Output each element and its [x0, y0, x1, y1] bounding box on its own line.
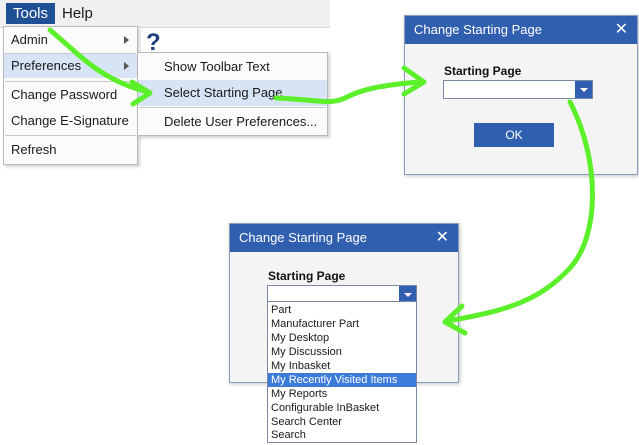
option-label: My Discussion: [271, 346, 342, 358]
tools-menu: Admin Preferences Change Password Change…: [3, 26, 138, 165]
menu-item-label: Change E-Signature: [11, 113, 129, 128]
menu-item-preferences[interactable]: Preferences: [4, 54, 137, 78]
option-label: My Recently Visited Items: [271, 374, 398, 386]
submenu-arrow-icon: [124, 36, 129, 44]
option-manufacturer-part[interactable]: Manufacturer Part: [268, 317, 416, 331]
menu-item-label: Refresh: [11, 142, 57, 157]
menu-item-select-starting-page[interactable]: Select Starting Page: [138, 80, 327, 106]
option-label: Manufacturer Part: [271, 318, 360, 330]
option-my-reports[interactable]: My Reports: [268, 387, 416, 401]
option-my-discussion[interactable]: My Discussion: [268, 345, 416, 359]
option-my-desktop[interactable]: My Desktop: [268, 331, 416, 345]
dialog-title-bar: Change Starting Page ✕: [230, 224, 458, 252]
menu-item-change-password[interactable]: Change Password: [4, 83, 137, 107]
dialog-title: Change Starting Page: [239, 230, 367, 245]
ok-button[interactable]: OK: [474, 123, 554, 147]
option-label: Part: [271, 304, 292, 316]
menu-item-delete-user-preferences[interactable]: Delete User Preferences...: [138, 109, 327, 135]
starting-page-options-list: Part Manufacturer Part My Desktop My Dis…: [267, 301, 417, 443]
preferences-submenu: Show Toolbar Text Select Starting Page D…: [137, 52, 328, 136]
menu-item-show-toolbar-text[interactable]: Show Toolbar Text: [138, 54, 327, 80]
menu-divider: [5, 135, 136, 136]
menu-item-label: Delete User Preferences...: [164, 114, 318, 129]
menu-item-label: Select Starting Page: [164, 85, 283, 100]
option-search-center[interactable]: Search Center: [268, 415, 416, 429]
dialog-body: Starting Page OK: [405, 44, 637, 174]
close-icon[interactable]: ✕: [615, 16, 628, 44]
chevron-down-icon[interactable]: [575, 81, 592, 98]
option-label: My Reports: [271, 388, 328, 400]
menu-divider: [139, 107, 326, 108]
menu-help[interactable]: Help: [56, 3, 99, 24]
menu-item-label: Admin: [11, 32, 48, 47]
starting-page-label: Starting Page: [268, 269, 346, 283]
menu-divider: [5, 81, 136, 82]
option-label: Search Center: [271, 416, 342, 428]
menu-item-label: Preferences: [11, 58, 82, 73]
option-label: Configurable InBasket: [271, 402, 380, 414]
menu-bar: Tools Help: [0, 0, 330, 28]
change-starting-page-dialog: Change Starting Page ✕ Starting Page OK: [404, 15, 638, 175]
starting-page-label: Starting Page: [444, 64, 522, 78]
dialog-title: Change Starting Page: [414, 22, 542, 37]
menu-item-label: Change Password: [11, 87, 118, 102]
option-my-recently-visited-items[interactable]: My Recently Visited Items: [268, 373, 416, 387]
dialog-title-bar: Change Starting Page ✕: [405, 16, 637, 44]
option-label: Search: [271, 429, 306, 441]
option-label: My Inbasket: [271, 360, 331, 372]
starting-page-select[interactable]: [443, 80, 593, 99]
toolbar: [136, 27, 330, 54]
menu-item-admin[interactable]: Admin: [4, 28, 137, 52]
option-part[interactable]: Part: [268, 303, 416, 317]
option-my-inbasket[interactable]: My Inbasket: [268, 359, 416, 373]
option-search[interactable]: Search: [268, 428, 416, 442]
menu-item-label: Show Toolbar Text: [164, 59, 270, 74]
menu-item-change-e-signature[interactable]: Change E-Signature: [4, 109, 137, 133]
close-icon[interactable]: ✕: [436, 224, 449, 252]
menu-item-refresh[interactable]: Refresh: [4, 138, 137, 162]
submenu-arrow-icon: [124, 62, 129, 70]
option-label: My Desktop: [271, 332, 330, 344]
menu-tools[interactable]: Tools: [6, 3, 56, 24]
option-configurable-inbasket[interactable]: Configurable InBasket: [268, 401, 416, 415]
